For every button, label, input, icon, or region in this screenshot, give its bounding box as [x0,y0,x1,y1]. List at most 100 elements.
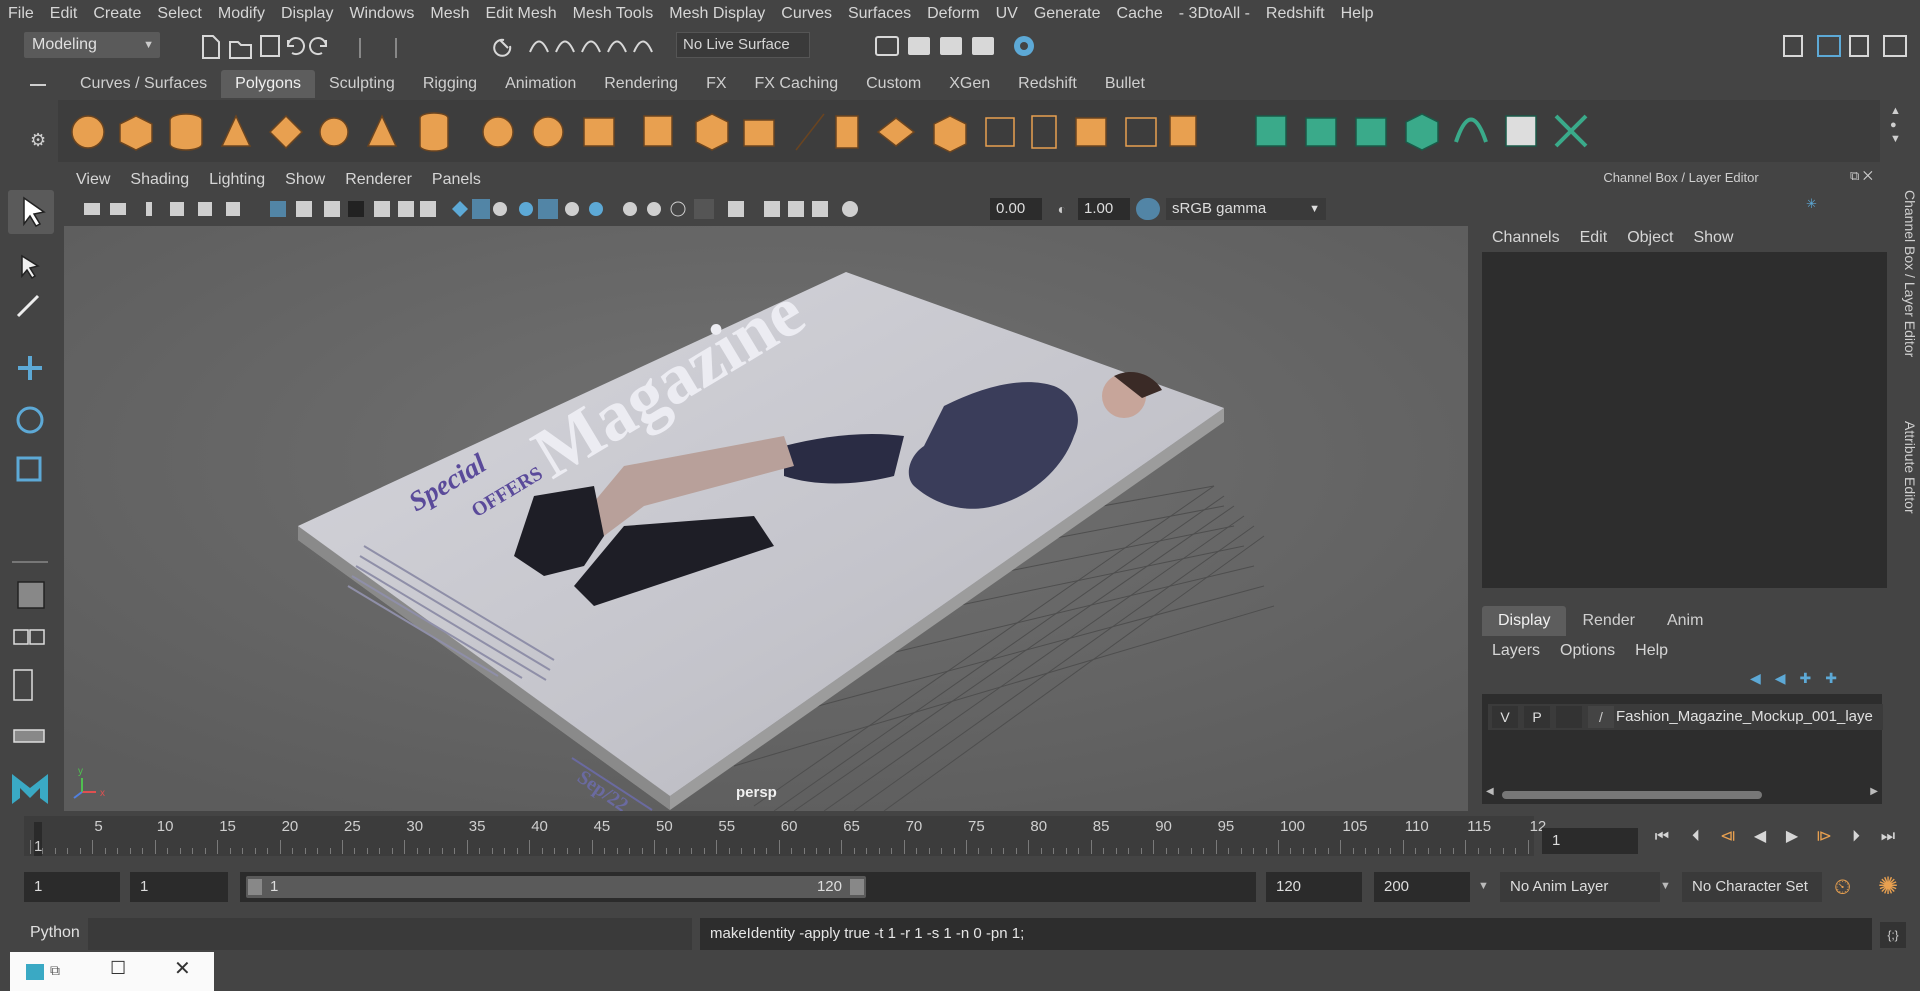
shelf-tab-fx[interactable]: FX [692,70,740,98]
range-start-handle[interactable] [248,879,262,895]
channel-box-menu-object[interactable]: Object [1617,226,1683,250]
character-set-dropdown[interactable]: No Character Set [1682,872,1822,902]
menu-redshift[interactable]: Redshift [1258,5,1333,23]
layer-menu-options[interactable]: Options [1550,638,1625,664]
tab-render[interactable]: Render [1566,606,1650,636]
shelf-tab-custom[interactable]: Custom [852,70,935,98]
workspace-icons[interactable] [1780,30,1920,62]
shelf-tab-redshift[interactable]: Redshift [1004,70,1091,98]
tab-display[interactable]: Display [1482,606,1567,636]
step-back-key-icon[interactable]: ⧏ [1716,826,1740,848]
menu-set-dropdown[interactable]: Modeling ▼ [24,32,160,58]
menu-display[interactable]: Display [273,5,341,23]
menu-deform[interactable]: Deform [919,5,987,23]
shelf-tab-fx-caching[interactable]: FX Caching [741,70,853,98]
panel-menu-panels[interactable]: Panels [422,166,491,194]
scroll-right-icon[interactable]: ▶ [1870,786,1878,797]
menu-select[interactable]: Select [149,5,209,23]
channel-box-menu-channels[interactable]: Channels [1482,226,1570,250]
step-forward-key-icon[interactable]: ⧐ [1812,826,1836,848]
menu-3dtoall[interactable]: - 3DtoAll - [1171,5,1258,23]
shelf-tab-rigging[interactable]: Rigging [409,70,491,98]
shelf-tab-bullet[interactable]: Bullet [1091,70,1159,98]
color-management-toggle-icon[interactable] [1136,198,1160,220]
command-input[interactable] [88,918,692,950]
panel-menu-view[interactable]: View [66,166,120,194]
menu-cache[interactable]: Cache [1109,5,1171,23]
shelf-tab-animation[interactable]: Animation [491,70,590,98]
panel-menu-lighting[interactable]: Lighting [199,166,275,194]
shelf-tab-rendering[interactable]: Rendering [590,70,692,98]
menu-mesh-display[interactable]: Mesh Display [661,5,773,23]
panel-menu-renderer[interactable]: Renderer [335,166,422,194]
menu-modify[interactable]: Modify [210,5,273,23]
shelf-menu-icon[interactable] [30,84,46,86]
live-surface-field[interactable]: No Live Surface [676,32,810,58]
gamma-field[interactable]: 1.00 [1078,198,1130,220]
menu-file[interactable]: File [0,5,42,23]
restore-icon[interactable]: ⧉ [50,962,60,979]
go-to-end-icon[interactable]: ⏭ [1876,826,1900,848]
perspective-viewport[interactable]: Magazine Special OFFERS Sep/22 y x persp [64,226,1468,811]
script-editor-icon[interactable]: {;} [1880,922,1906,948]
play-forwards-icon[interactable]: ▶ [1780,826,1804,848]
exposure-field[interactable]: 0.00 [990,198,1042,220]
menu-help[interactable]: Help [1333,5,1382,23]
side-tab-attribute-editor[interactable]: Attribute Editor [1892,402,1918,532]
menu-edit-mesh[interactable]: Edit Mesh [477,5,564,23]
panel-menu-shading[interactable]: Shading [120,166,199,194]
range-end-handle[interactable] [850,879,864,895]
auto-key-icon[interactable]: ⏲ [1834,874,1851,900]
color-space-dropdown[interactable]: sRGB gamma ▼ [1166,198,1326,220]
channel-box-area[interactable] [1482,252,1887,588]
menu-create[interactable]: Create [85,5,149,23]
panel-float-close-icons[interactable]: ⧉ ✕ [1850,168,1873,184]
shelf-tab-sculpting[interactable]: Sculpting [315,70,409,98]
layer-menu-help[interactable]: Help [1625,638,1678,664]
menu-edit[interactable]: Edit [42,5,86,23]
shelf-scroll-arrows[interactable]: ▲ ● ▼ [1890,104,1901,146]
animation-end-field[interactable]: 200 [1374,872,1470,902]
panel-menu-show[interactable]: Show [275,166,335,194]
manipulator-icon[interactable]: ✳ [1806,196,1817,212]
command-result-field[interactable]: makeIdentity -apply true -t 1 -r 1 -s 1 … [700,918,1872,950]
menu-surfaces[interactable]: Surfaces [840,5,919,23]
playback-start-field[interactable]: 1 [130,872,228,902]
shelf-tab-curves-surfaces[interactable]: Curves / Surfaces [66,70,221,98]
animation-preferences-icon[interactable]: ✺ [1878,872,1898,901]
channel-box-menu-show[interactable]: Show [1683,226,1743,250]
layer-type-toggle[interactable] [1556,706,1582,728]
layer-list-scrollbar[interactable]: ◀ ▶ [1486,786,1878,800]
chevron-down-icon[interactable]: ▼ [1478,880,1489,892]
layer-menu-layers[interactable]: Layers [1482,638,1550,664]
channel-box-menu-edit[interactable]: Edit [1570,226,1618,250]
shelf-tab-polygons[interactable]: Polygons [221,70,315,98]
maximize-icon[interactable]: ☐ [110,958,126,979]
go-to-start-icon[interactable]: ⏮ [1650,826,1674,848]
menu-mesh[interactable]: Mesh [422,5,477,23]
layer-name[interactable]: Fashion_Magazine_Mockup_001_laye [1616,706,1882,728]
range-slider-bar[interactable]: 1 120 [246,876,866,898]
shelf-tab-xgen[interactable]: XGen [935,70,1004,98]
menu-uv[interactable]: UV [988,5,1026,23]
animation-start-field[interactable]: 1 [24,872,120,902]
layer-action-icons[interactable]: ◀◀✚✚ [1750,670,1851,687]
side-tab-channel-box[interactable]: Channel Box / Layer Editor [1892,172,1918,376]
menu-mesh-tools[interactable]: Mesh Tools [565,5,662,23]
scrollbar-thumb[interactable] [1502,791,1762,799]
step-back-icon[interactable]: ⏴ [1684,826,1708,848]
close-icon[interactable]: ✕ [174,956,191,981]
layer-color-swatch[interactable]: / [1588,706,1614,728]
step-forward-icon[interactable]: ⏵ [1844,826,1868,848]
tab-anim[interactable]: Anim [1651,606,1719,636]
shelf-settings-gear-icon[interactable]: ⚙ [30,130,46,151]
playback-end-field[interactable]: 120 [1266,872,1362,902]
scroll-left-icon[interactable]: ◀ [1486,786,1494,797]
anim-layer-dropdown[interactable]: No Anim Layer [1500,872,1660,902]
chevron-down-icon[interactable]: ▼ [1660,880,1671,892]
layer-visibility-toggle[interactable]: V [1492,706,1518,728]
layer-playback-toggle[interactable]: P [1524,706,1550,728]
menu-windows[interactable]: Windows [341,5,422,23]
current-frame-field[interactable]: 1 [1542,828,1638,854]
command-language-label[interactable]: Python [30,924,80,942]
